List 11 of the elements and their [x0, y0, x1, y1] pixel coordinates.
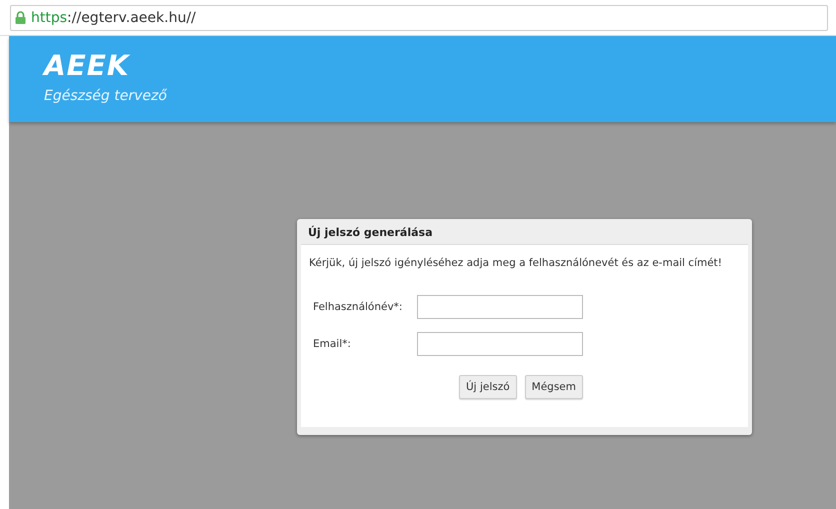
- dialog-button[interactable]: Mégsem: [524, 375, 583, 399]
- input-field[interactable]: [417, 295, 583, 319]
- field-label: Email*:: [312, 338, 352, 350]
- instruction-text: Kérjük, új jelszó igényléséhez adja meg a felhasználónevét és az e-mail címét!: [309, 257, 724, 269]
- subtitle: Egészség tervező: [44, 88, 167, 104]
- dialog-button[interactable]: Új jelszó: [459, 375, 517, 399]
- field-label: Felhasználónév*:: [312, 301, 404, 313]
- logo: AEEK: [44, 50, 130, 82]
- lock-icon: [15, 11, 26, 24]
- url-text[interactable]: https://egterv.aeek.hu//: [31, 10, 196, 26]
- input-field[interactable]: [417, 332, 583, 356]
